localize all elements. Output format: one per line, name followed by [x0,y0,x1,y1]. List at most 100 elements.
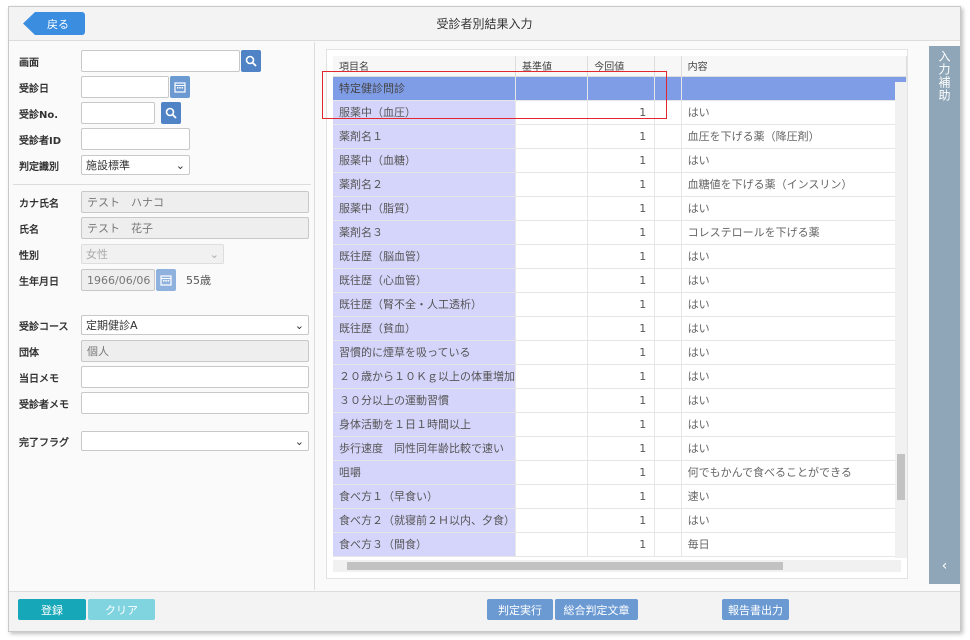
grid-cell-blank[interactable] [654,460,682,485]
grid-cell-current[interactable]: 1 [587,220,656,245]
grid-cell-item[interactable]: 身体活動を１日１時間以上 [333,412,516,437]
table-row[interactable]: 服薬中（脂質） 1 はい [333,196,908,221]
grid-cell-blank[interactable] [654,388,682,413]
grid-cell-content[interactable]: はい [681,340,908,365]
input-assist-tab[interactable]: 入力補助 ‹ [929,46,960,584]
grid-cell-content[interactable]: はい [681,364,908,389]
visit-date-input[interactable] [81,76,169,98]
screen-input[interactable] [81,50,240,72]
grid-cell-content[interactable]: はい [681,148,908,173]
grid-cell-reference[interactable] [515,196,589,221]
grid-cell-blank[interactable] [654,532,682,557]
table-row[interactable]: 食べ方２（就寝前２Ｈ以内、夕食） 1 はい [333,508,908,533]
judgment-select[interactable]: 施設標準 ⌄ [81,155,190,175]
grid-cell-blank[interactable] [654,364,682,389]
grid-cell-item[interactable]: 咀嚼 [333,460,516,485]
grid-cell-blank[interactable] [654,316,682,341]
grid-cell-blank[interactable] [654,292,682,317]
grid-cell-item[interactable]: 食べ方１（早食い） [333,484,516,509]
table-row[interactable]: 薬剤名２ 1 血糖値を下げる薬（インスリン） [333,172,908,197]
table-row[interactable]: 習慣的に煙草を吸っている 1 はい [333,340,908,365]
grid-cell-content[interactable]: はい [681,388,908,413]
calendar-button[interactable] [170,76,190,98]
table-row[interactable]: ３０分以上の運動習慣 1 はい [333,388,908,413]
horizontal-scrollbar[interactable] [333,560,901,572]
grid-cell-item[interactable]: 既往歴（貧血） [333,316,516,341]
grid-cell-current[interactable]: 1 [587,268,656,293]
grid-cell-blank[interactable] [654,124,682,149]
grid-cell-current[interactable]: 1 [587,172,656,197]
grid-cell-current[interactable]: 1 [587,484,656,509]
scroll-thumb[interactable] [897,454,905,500]
patient-id-input[interactable] [81,128,190,150]
grid-cell-content[interactable]: はい [681,268,908,293]
grid-cell-item[interactable]: 既往歴（脳血管） [333,244,516,269]
grid-cell-current[interactable]: 1 [587,364,656,389]
grid-cell-current[interactable]: 1 [587,460,656,485]
grid-cell-content[interactable]: はい [681,292,908,317]
screen-search-button[interactable] [241,50,261,72]
grid-cell-reference[interactable] [515,268,589,293]
grid-cell-reference[interactable] [515,484,589,509]
column-header-content[interactable]: 内容 [681,56,908,77]
table-row[interactable]: 咀嚼 1 何でもかんで食べることができる [333,460,908,485]
back-button[interactable]: 戻る [23,12,85,35]
grid-cell-reference[interactable] [515,436,589,461]
grid-cell-item[interactable]: ３０分以上の運動習慣 [333,388,516,413]
grid-cell-reference[interactable] [515,340,589,365]
patient-memo-input[interactable] [81,392,309,414]
grid-cell-current[interactable]: 1 [587,316,656,341]
grid-cell-item[interactable]: 薬剤名２ [333,172,516,197]
grid-cell-item[interactable]: 既往歴（心血管） [333,268,516,293]
grid-cell-reference[interactable] [515,124,589,149]
grid-cell-blank[interactable] [654,436,682,461]
visit-no-search-button[interactable] [161,102,181,124]
grid-cell-content[interactable]: はい [681,316,908,341]
grid-cell-reference[interactable] [515,460,589,485]
grid-cell-reference[interactable] [515,220,589,245]
register-button[interactable]: 登録 [18,599,86,620]
grid-cell-item[interactable]: 食べ方２（就寝前２Ｈ以内、夕食） [333,508,516,533]
grid-cell-blank[interactable] [654,172,682,197]
grid-cell-reference[interactable] [515,508,589,533]
grid-cell-current[interactable]: 1 [587,508,656,533]
grid-cell-content[interactable]: 血圧を下げる薬（降圧剤） [681,124,908,149]
judge-button[interactable]: 判定実行 [487,599,553,620]
grid-cell-blank[interactable] [654,244,682,269]
grid-cell-blank[interactable] [654,340,682,365]
grid-cell-content[interactable]: はい [681,196,908,221]
grid-cell-content[interactable]: はい [681,412,908,437]
table-row[interactable]: ２０歳から１０Ｋｇ以上の体重増加 1 はい [333,364,908,389]
grid-cell-current[interactable]: 1 [587,292,656,317]
table-row[interactable]: 薬剤名３ 1 コレステロールを下げる薬 [333,220,908,245]
grid-cell-content[interactable]: 毎日 [681,532,908,557]
grid-cell-current[interactable]: 1 [587,436,656,461]
table-row[interactable]: 薬剤名１ 1 血圧を下げる薬（降圧剤） [333,124,908,149]
grid-cell-current[interactable]: 1 [587,388,656,413]
grid-cell-content[interactable]: 速い [681,484,908,509]
grid-cell-item[interactable]: 既往歴（腎不全・人工透析） [333,292,516,317]
grid-cell-content[interactable]: 何でもかんで食べることができる [681,460,908,485]
grid-cell-blank[interactable] [654,508,682,533]
grid-cell-item[interactable]: 習慣的に煙草を吸っている [333,340,516,365]
grid-cell-content[interactable]: はい [681,436,908,461]
day-memo-input[interactable] [81,366,309,388]
table-row[interactable]: 食べ方３（間食） 1 毎日 [333,532,908,557]
grid-cell-current[interactable]: 1 [587,340,656,365]
table-row[interactable]: 歩行速度 同性同年齢比較で速い 1 はい [333,436,908,461]
grid-cell-reference[interactable] [515,244,589,269]
table-row[interactable]: 食べ方１（早食い） 1 速い [333,484,908,509]
grid-cell-content[interactable]: 血糖値を下げる薬（インスリン） [681,172,908,197]
table-row[interactable]: 既往歴（腎不全・人工透析） 1 はい [333,292,908,317]
complete-flag-select[interactable]: ⌄ [81,431,309,451]
grid-cell-item[interactable]: 服薬中（脂質） [333,196,516,221]
grid-cell-reference[interactable] [515,364,589,389]
grid-cell-content[interactable]: はい [681,100,908,125]
grid-cell-current[interactable]: 1 [587,196,656,221]
grid-cell-content[interactable]: はい [681,244,908,269]
clear-button[interactable]: クリア [88,599,155,620]
grid-cell-item[interactable]: ２０歳から１０Ｋｇ以上の体重増加 [333,364,516,389]
grid-cell-blank[interactable] [654,268,682,293]
summary-button[interactable]: 総合判定文章 [555,599,638,620]
grid-cell-item[interactable]: 薬剤名１ [333,124,516,149]
